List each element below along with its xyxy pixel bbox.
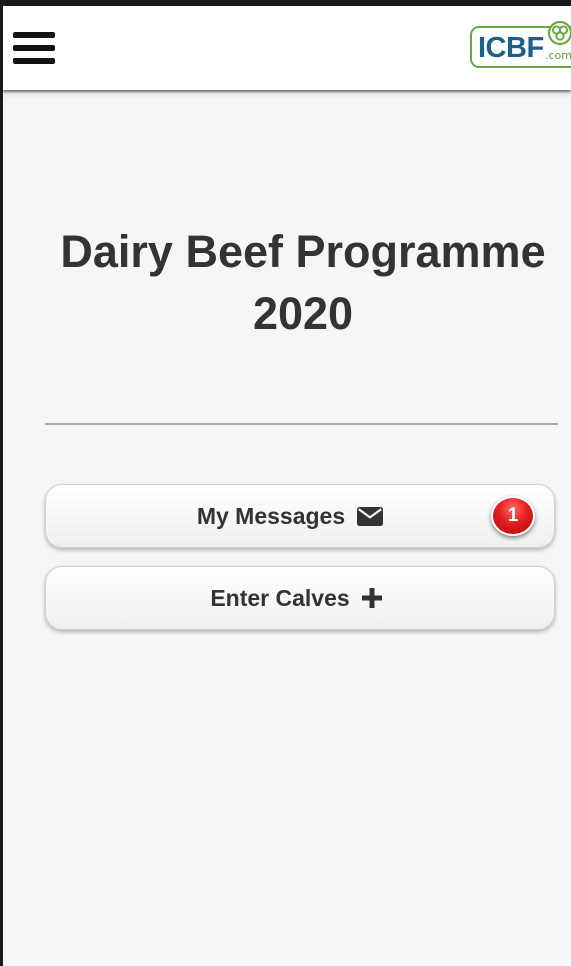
header-bar: ICBF .com [3,6,571,90]
plus-icon [361,588,382,608]
hamburger-menu-icon[interactable] [13,28,57,68]
logo-suffix: .com [545,49,571,62]
my-messages-label: My Messages [196,502,346,529]
enter-calves-label: Enter Calves [210,584,350,611]
menu-bar-line [13,58,55,64]
unread-count-badge: 1 [491,496,535,536]
button-content: Enter Calves [46,567,554,629]
my-messages-button[interactable]: My Messages 1 [45,484,555,548]
page-title: Dairy Beef Programme 2020 [60,226,546,339]
enter-calves-button[interactable]: Enter Calves [45,566,555,630]
menu-bar-line [13,32,55,38]
divider [45,423,558,425]
app-frame: ICBF .com Dairy Beef Programme 2020 My M… [0,0,571,966]
clover-icon [547,20,571,46]
menu-bar-line [13,45,55,51]
icbf-logo[interactable]: ICBF .com [470,20,571,68]
button-content: My Messages [46,485,554,547]
logo-text: ICBF [478,32,544,64]
envelope-icon [357,506,384,526]
